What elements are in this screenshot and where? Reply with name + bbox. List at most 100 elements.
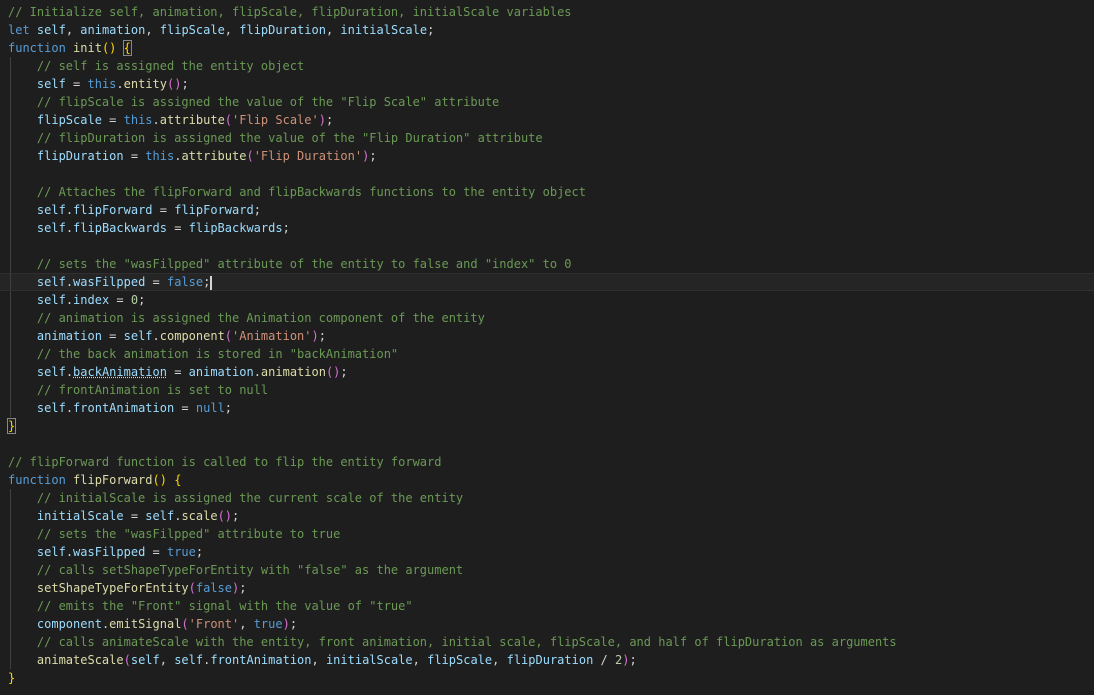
code-line[interactable]: animateScale(self, self.frontAnimation, …: [0, 651, 1094, 669]
code-line[interactable]: self.wasFilpped = true;: [0, 543, 1094, 561]
code-line[interactable]: // initialScale is assigned the current …: [0, 489, 1094, 507]
indent-guide: [10, 507, 11, 525]
code-token-punct: ;: [203, 275, 211, 289]
code-token-comment: // Attaches the flipForward and flipBack…: [36, 185, 586, 199]
code-token-var: flipDuration: [239, 23, 326, 37]
code-editor[interactable]: // Initialize self, animation, flipScale…: [0, 0, 1094, 695]
code-token-var: flipScale: [36, 113, 102, 127]
code-token-punct: .: [152, 113, 160, 127]
code-token-func: flipForward: [73, 473, 153, 487]
code-token-punct: ;: [282, 221, 290, 235]
code-token-func: emitSignal: [109, 617, 182, 631]
code-token-func: attribute: [181, 149, 247, 163]
code-line[interactable]: self = this.entity();: [0, 75, 1094, 93]
code-token-func: animateScale: [36, 653, 124, 667]
code-token-var: frontAnimation: [210, 653, 312, 667]
code-line[interactable]: setShapeTypeForEntity(false);: [0, 579, 1094, 597]
code-line[interactable]: // frontAnimation is set to null: [0, 381, 1094, 399]
code-line[interactable]: // self is assigned the entity object: [0, 57, 1094, 75]
code-line[interactable]: flipScale = this.attribute('Flip Scale')…: [0, 111, 1094, 129]
code-line[interactable]: // flipScale is assigned the value of th…: [0, 93, 1094, 111]
indent-guide: [10, 579, 11, 597]
code-token-var: self: [174, 653, 204, 667]
code-token-comment: // self is assigned the entity object: [36, 59, 305, 73]
code-line[interactable]: [0, 435, 1094, 453]
code-token-keyword: true: [253, 617, 283, 631]
code-token-punct: .: [65, 221, 74, 235]
code-line[interactable]: // animation is assigned the Animation c…: [0, 309, 1094, 327]
code-line[interactable]: flipDuration = this.attribute('Flip Dura…: [0, 147, 1094, 165]
code-token-var: self: [36, 221, 66, 235]
code-token-punct: =: [145, 545, 167, 559]
code-token-punct: ,: [325, 23, 341, 37]
code-line[interactable]: component.emitSignal('Front', true);: [0, 615, 1094, 633]
code-line[interactable]: // flipDuration is assigned the value of…: [0, 129, 1094, 147]
code-line[interactable]: self.flipForward = flipForward;: [0, 201, 1094, 219]
code-line[interactable]: function flipForward() {: [0, 471, 1094, 489]
code-line[interactable]: // calls animateScale with the entity, f…: [0, 633, 1094, 651]
code-token-punct: ,: [159, 653, 175, 667]
code-line[interactable]: // emits the "Front" signal with the val…: [0, 597, 1094, 615]
code-token-var: self: [36, 545, 66, 559]
code-token-func: component: [159, 329, 225, 343]
code-line[interactable]: let self, animation, flipScale, flipDura…: [0, 21, 1094, 39]
indent-guide: [10, 219, 11, 237]
code-line[interactable]: // sets the "wasFilpped" attribute of th…: [0, 255, 1094, 273]
code-token-func: setShapeTypeForEntity: [36, 581, 189, 595]
code-token-comment: // frontAnimation is set to null: [36, 383, 269, 397]
code-line[interactable]: animation = self.component('Animation');: [0, 327, 1094, 345]
code-token-var: initialScale: [36, 509, 124, 523]
code-token-keyword: this: [87, 77, 117, 91]
code-line[interactable]: self.wasFilpped = false;: [0, 273, 1094, 291]
code-line[interactable]: self.backAnimation = animation.animation…: [0, 363, 1094, 381]
code-token-bracket2: (: [123, 653, 131, 667]
code-token-punct: ;: [138, 293, 146, 307]
code-line[interactable]: function init() {: [0, 39, 1094, 57]
code-token-punct: ,: [145, 23, 160, 37]
code-line[interactable]: // calls setShapeTypeForEntity with "fal…: [0, 561, 1094, 579]
code-line[interactable]: }: [0, 417, 1094, 435]
code-line[interactable]: // Initialize self, animation, flipScale…: [0, 3, 1094, 21]
code-token-keyword: false: [195, 581, 232, 595]
code-line[interactable]: self.frontAnimation = null;: [0, 399, 1094, 417]
code-token-bracket2: (: [246, 149, 254, 163]
indent-guide: [10, 183, 11, 201]
indent-guide: [10, 651, 11, 669]
code-line[interactable]: // the back animation is stored in "back…: [0, 345, 1094, 363]
code-line[interactable]: [0, 165, 1094, 183]
code-token-punct: .: [152, 329, 160, 343]
code-line[interactable]: // Attaches the flipForward and flipBack…: [0, 183, 1094, 201]
code-token-comment: // animation is assigned the Animation c…: [36, 311, 485, 325]
code-token-func: entity: [123, 77, 167, 91]
code-token-var: initialScale: [325, 653, 413, 667]
code-token-punct: ,: [224, 23, 240, 37]
code-line[interactable]: // flipForward function is called to fli…: [0, 453, 1094, 471]
code-token-comment: // calls setShapeTypeForEntity with "fal…: [36, 563, 464, 577]
code-line[interactable]: self.index = 0;: [0, 291, 1094, 309]
code-token-punct: .: [65, 545, 74, 559]
code-line[interactable]: }: [0, 669, 1094, 687]
code-token-var: flipScale: [159, 23, 225, 37]
code-token-var: self: [145, 509, 175, 523]
indent-guide: [10, 615, 11, 633]
text-cursor: [210, 275, 213, 290]
code-token-func: init: [73, 41, 102, 55]
code-token-punct: ,: [239, 617, 254, 631]
code-line[interactable]: [0, 237, 1094, 255]
code-token-string: 'Animation': [232, 329, 312, 343]
code-token-num: 0: [130, 293, 139, 307]
code-line[interactable]: initialScale = self.scale();: [0, 507, 1094, 525]
code-line[interactable]: // sets the "wasFilpped" attribute to tr…: [0, 525, 1094, 543]
code-token-punct: ,: [311, 653, 326, 667]
code-line[interactable]: self.flipBackwards = flipBackwards;: [0, 219, 1094, 237]
